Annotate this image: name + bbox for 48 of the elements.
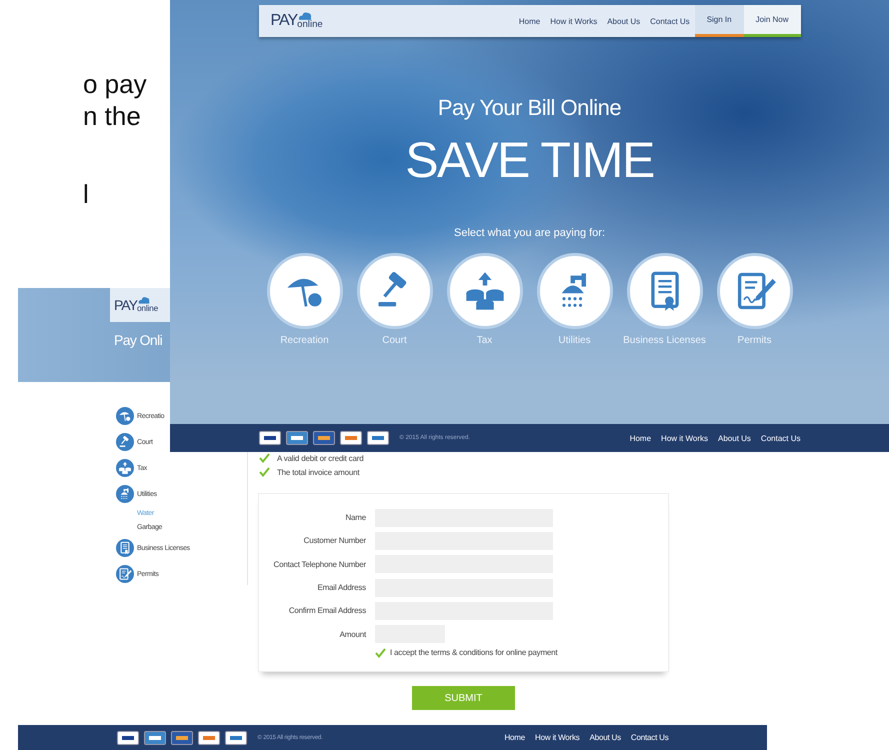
category-prompt: Select what you are paying for: — [454, 227, 606, 239]
payment-card-icon — [312, 431, 334, 445]
field-label: Email Address — [316, 583, 367, 592]
slide-text: o pay — [83, 70, 147, 98]
cloud-icon — [297, 10, 314, 22]
slide-text: l — [83, 180, 90, 208]
category-label: Business Licenses — [623, 335, 706, 346]
nav-link[interactable]: Join Now — [744, 5, 800, 37]
category-label: Court — [382, 335, 407, 346]
payment-card-icon — [144, 730, 166, 744]
payment-card-icon — [340, 431, 362, 445]
category-label: Permits — [738, 335, 772, 346]
field-label: Contact Telephone Number — [272, 560, 367, 569]
footer-link[interactable]: How it Works — [661, 434, 708, 442]
field-label: Amount — [338, 630, 368, 639]
hero-headline: SAVE TIME — [405, 131, 654, 189]
hero-subtitle: Pay Your Bill Online — [438, 95, 622, 121]
field-label: Name — [344, 513, 367, 522]
payment-card-icon — [258, 431, 280, 445]
footer-link[interactable]: Home — [630, 434, 652, 442]
checklist-text: The total invoice amount — [277, 468, 360, 476]
nav-link[interactable]: How it Works — [545, 5, 602, 37]
category-label: Tax — [476, 335, 492, 346]
footer-link[interactable]: How it Works — [535, 733, 580, 742]
payment-card-icon — [170, 730, 192, 744]
nav-link[interactable]: Contact Us — [645, 5, 695, 37]
payment-card-icon — [286, 431, 308, 445]
checklist-text: A valid debit or credit card — [277, 454, 364, 462]
footer-link[interactable]: Contact Us — [760, 434, 800, 442]
payment-card-icon — [116, 730, 138, 744]
payment-card-icon — [198, 730, 220, 744]
field-label: Confirm Email Address — [288, 606, 367, 616]
footer-link[interactable]: Contact Us — [630, 733, 668, 742]
footer-link[interactable]: Home — [504, 733, 526, 742]
page-title: Pay Onli — [114, 332, 162, 348]
nav-link[interactable]: Sign In — [694, 5, 744, 37]
nav-link[interactable]: Home — [514, 5, 546, 37]
payment-card-icon — [224, 730, 246, 744]
slide-text: n the — [83, 102, 142, 130]
footer-link[interactable]: About Us — [718, 434, 751, 442]
nav-link[interactable]: About Us — [602, 5, 646, 37]
field-label: Customer Number — [302, 536, 367, 546]
cloud-icon — [136, 295, 151, 306]
category-label: Recreation — [280, 335, 329, 346]
terms-text: I accept the terms & conditions for online payment — [390, 648, 558, 658]
payment-card-icon — [366, 431, 388, 445]
footer-link[interactable]: About Us — [590, 733, 621, 742]
category-label: Utilities — [558, 335, 591, 346]
